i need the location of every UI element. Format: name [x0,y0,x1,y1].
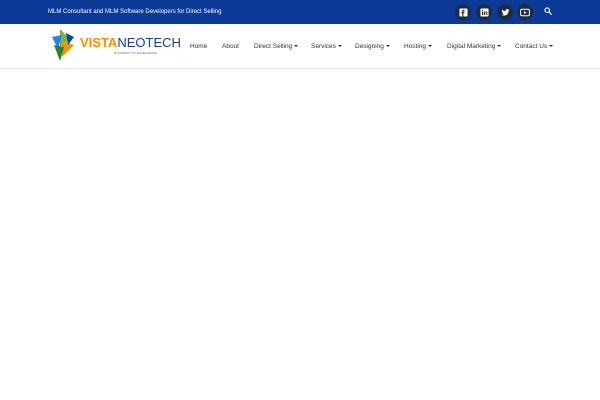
logo-wordmark: VISTANEOTECH [80,36,181,50]
nav-item-home[interactable]: Home [190,42,207,51]
facebook-icon[interactable] [455,4,471,20]
nav-item-contact-us[interactable]: Contact Us [515,42,554,51]
nav-item-label: Home [190,43,208,50]
nav-item-direct-selling[interactable]: Direct Selling [254,42,299,51]
caret-down-icon [428,45,433,48]
caret-down-icon [549,45,554,48]
logo-word-vista: VISTA [80,35,118,50]
page-body [0,69,600,400]
nav-item-hosting[interactable]: Hosting [404,42,433,51]
nav-item-about[interactable]: About [222,42,239,51]
caret-down-icon [385,45,390,48]
nav-item-digital-marketing[interactable]: Digital Marketing [447,42,502,51]
logo-mark-icon [52,29,74,61]
nav-item-label: Hosting [404,43,427,50]
caret-down-icon [497,45,502,48]
nav-item-label: Contact Us [515,43,548,50]
nav-item-label: Digital Marketing [447,43,496,50]
top-bar: MLM Consultant and MLM Software Develope… [0,0,600,24]
nav-item-label: Services [311,43,336,50]
nav-item-services[interactable]: Services [311,42,342,51]
nav-item-designing[interactable]: Designing [355,42,390,51]
caret-down-icon [337,45,342,48]
caret-down-icon [294,45,299,48]
twitter-icon[interactable] [497,4,513,20]
linkedin-icon[interactable] [476,4,492,20]
site-tagline: MLM Consultant and MLM Software Develope… [48,9,222,15]
site-logo[interactable]: VISTANEOTECH IN PURSUIT OF EXCELLENCE [48,27,181,63]
nav-item-label: About [222,43,239,50]
nav-item-label: Direct Selling [254,43,293,50]
search-icon[interactable] [542,5,554,17]
logo-word-neotech: NEOTECH [117,35,181,50]
nav-item-label: Designing [355,43,384,50]
youtube-icon[interactable] [517,4,533,20]
logo-tagline: IN PURSUIT OF EXCELLENCE [114,51,157,55]
